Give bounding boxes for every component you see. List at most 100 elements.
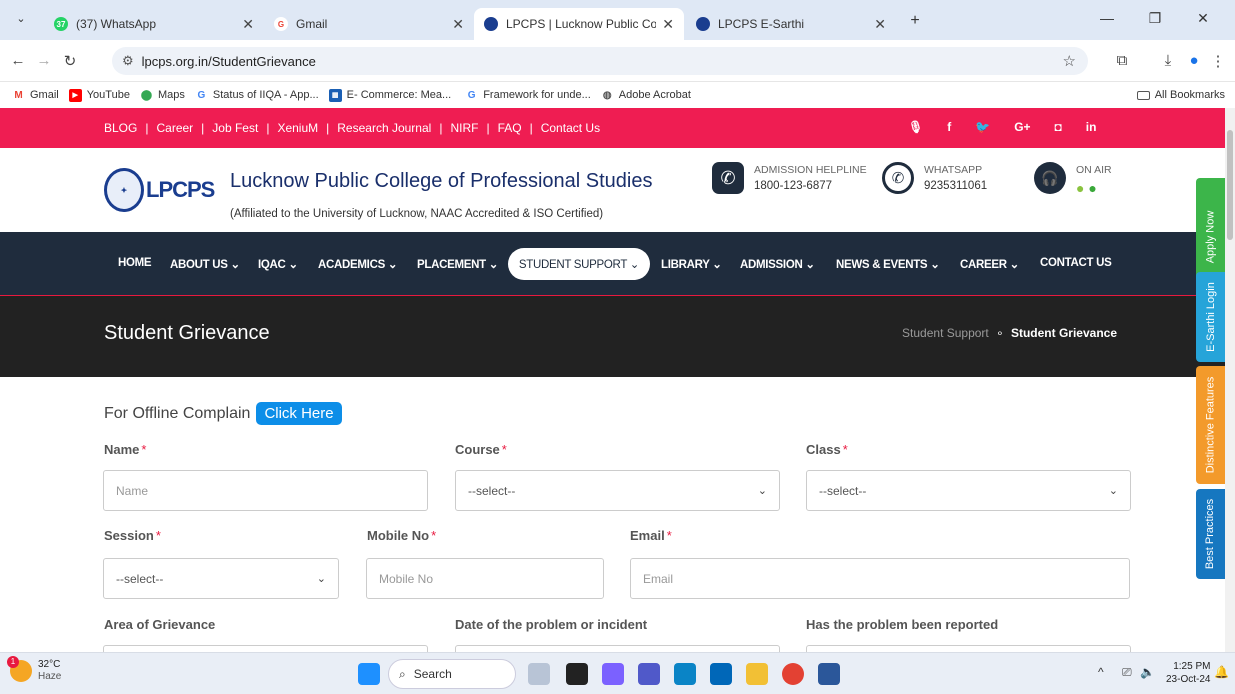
bookmark-adobe[interactable]: ◍ Adobe Acrobat <box>601 89 691 102</box>
click-here-button[interactable]: Click Here <box>256 402 342 425</box>
task-view-icon[interactable] <box>566 663 588 685</box>
windows-start-icon[interactable] <box>358 663 380 685</box>
date-incident-input[interactable] <box>455 645 780 652</box>
class-select[interactable]: --select-- ⌄ <box>806 470 1131 511</box>
address-bar[interactable]: ⚙ lpcps.org.in/StudentGrievance ☆ <box>112 47 1088 75</box>
google-icon: G <box>274 17 288 31</box>
nav-academics[interactable]: ACADEMICS ⌄ <box>318 257 397 271</box>
nav-home[interactable]: HOME <box>118 257 152 269</box>
tab-lpcps[interactable]: LPCPS | Lucknow Public College ✕ <box>474 8 684 40</box>
download-icon[interactable]: ⤓ <box>1158 52 1178 69</box>
widgets-icon[interactable] <box>528 663 550 685</box>
site-logo[interactable]: ✦ LPCPS <box>104 168 215 212</box>
taskbar-search[interactable]: ⌕ Search <box>388 659 516 689</box>
nav-iqac[interactable]: IQAC ⌄ <box>258 257 298 271</box>
nav-admission[interactable]: ADMISSION ⌄ <box>740 257 815 271</box>
nav-contact-us[interactable]: CONTACT US <box>1040 257 1112 269</box>
bookmark-label: E- Commerce: Mea... <box>346 89 452 101</box>
facebook-icon[interactable]: f <box>947 120 951 134</box>
course-select[interactable]: --select-- ⌄ <box>455 470 780 511</box>
link-blog[interactable]: BLOG <box>104 121 137 135</box>
esarthi-login-tab[interactable]: E-Sarthi Login <box>1196 272 1225 362</box>
window-close-icon[interactable]: ✕ <box>1188 10 1218 27</box>
new-tab-icon[interactable]: + <box>900 12 930 30</box>
bookmark-youtube[interactable]: ▶ YouTube <box>68 88 130 102</box>
podcast-icon[interactable]: 🎙 <box>908 120 923 134</box>
distinctive-features-tab[interactable]: Distinctive Features <box>1196 366 1225 484</box>
linkedin-icon[interactable]: in <box>1086 120 1097 134</box>
tab-esarthi[interactable]: LPCPS E-Sarthi ✕ <box>686 8 896 40</box>
word-icon[interactable] <box>818 663 840 685</box>
lpcps-favicon-icon <box>696 17 710 31</box>
bookmark-ecommerce[interactable]: ▦ E- Commerce: Mea... <box>328 88 452 102</box>
minimize-icon[interactable]: — <box>1092 10 1122 26</box>
nav-news-events[interactable]: NEWS & EVENTS ⌄ <box>836 257 940 271</box>
nav-student-support[interactable]: STUDENT SUPPORT ⌄ <box>508 248 650 280</box>
link-nirf[interactable]: NIRF <box>450 121 478 135</box>
edge-icon[interactable] <box>674 663 696 685</box>
back-arrow-icon[interactable]: ← <box>8 52 28 69</box>
link-faq[interactable]: FAQ <box>498 121 522 135</box>
tab-search-chevron-icon[interactable]: ⌄ <box>6 12 36 25</box>
email-input[interactable]: Email <box>630 558 1130 599</box>
best-practices-tab[interactable]: Best Practices <box>1196 489 1225 579</box>
nav-library[interactable]: LIBRARY ⌄ <box>661 257 722 271</box>
bookmark-gmail[interactable]: M Gmail <box>12 89 58 102</box>
tray-chevron-icon[interactable]: ^ <box>1098 665 1104 679</box>
link-career[interactable]: Career <box>156 121 193 135</box>
extensions-icon[interactable]: ⧉ <box>1112 52 1132 69</box>
reported-select[interactable] <box>806 645 1131 652</box>
scrollbar-thumb[interactable] <box>1227 130 1233 240</box>
name-input[interactable]: Name <box>103 470 428 511</box>
link-xenium[interactable]: XeniuM <box>277 121 318 135</box>
site-settings-icon[interactable]: ⚙ <box>122 53 134 69</box>
admission-helpline[interactable]: ✆ ADMISSION HELPLINE 1800-123-6877 <box>712 162 867 194</box>
close-icon[interactable]: ✕ <box>662 16 674 33</box>
menu-kebab-icon[interactable]: ⋮ <box>1208 52 1228 70</box>
nav-placement[interactable]: PLACEMENT ⌄ <box>417 257 498 271</box>
session-select[interactable]: --select-- ⌄ <box>103 558 339 599</box>
chrome-icon[interactable] <box>782 663 804 685</box>
bookmark-iiqa[interactable]: G Status of IIQA - App... <box>195 89 318 102</box>
link-job-fest[interactable]: Job Fest <box>212 121 258 135</box>
weather-widget[interactable]: 1 32°C Haze <box>7 656 61 683</box>
nav-career[interactable]: CAREER ⌄ <box>960 257 1019 271</box>
tab-whatsapp[interactable]: 37 (37) WhatsApp ✕ <box>44 8 264 40</box>
nav-about-us[interactable]: ABOUT US ⌄ <box>170 257 240 271</box>
twitter-icon[interactable]: 🐦 <box>975 120 990 134</box>
area-grievance-select[interactable] <box>103 645 428 652</box>
weather-temp: 32°C <box>38 659 61 670</box>
store-icon[interactable] <box>710 663 732 685</box>
mobile-input[interactable]: Mobile No <box>366 558 604 599</box>
reload-icon[interactable]: ↻ <box>60 52 80 70</box>
tab-gmail[interactable]: G Gmail ✕ <box>264 8 474 40</box>
clock[interactable]: 1:25 PM 23-Oct-24 <box>1166 660 1210 686</box>
lpcps-favicon-icon <box>484 17 498 31</box>
on-air-radio[interactable]: 🎧 ON AIR ● ● <box>1034 162 1112 196</box>
notification-bell-icon[interactable]: 🔔 <box>1214 665 1229 679</box>
network-icon[interactable]: ⎚ <box>1122 665 1132 680</box>
file-explorer-icon[interactable] <box>746 663 768 685</box>
instagram-icon[interactable]: ◘ <box>1055 120 1062 134</box>
forward-arrow-icon[interactable]: → <box>34 52 54 69</box>
windows-taskbar: 1 32°C Haze ⌕ Search ^ ⎚ 🔈 1:25 PM 23-Oct… <box>0 652 1235 694</box>
breadcrumb-parent[interactable]: Student Support <box>902 326 989 340</box>
profile-icon[interactable]: ● <box>1184 52 1204 69</box>
whatsapp-contact[interactable]: ✆ WHATSAPP 9235311061 <box>882 162 987 194</box>
volume-icon[interactable]: 🔈 <box>1140 665 1155 679</box>
google-plus-icon[interactable]: G+ <box>1014 120 1030 134</box>
restore-icon[interactable]: ❐ <box>1140 10 1170 27</box>
bookmark-maps[interactable]: ⬤ Maps <box>140 89 185 102</box>
link-research-journal[interactable]: Research Journal <box>337 121 431 135</box>
close-icon[interactable]: ✕ <box>874 16 886 33</box>
all-bookmarks[interactable]: All Bookmarks <box>1136 89 1225 101</box>
apple-icon[interactable]: ● <box>1088 180 1096 196</box>
close-icon[interactable]: ✕ <box>452 16 464 33</box>
android-icon[interactable]: ● <box>1076 180 1084 196</box>
teams-icon[interactable] <box>638 663 660 685</box>
bookmark-star-icon[interactable]: ☆ <box>1063 52 1076 70</box>
close-icon[interactable]: ✕ <box>242 16 254 33</box>
bookmark-framework[interactable]: G Framework for unde... <box>465 89 591 102</box>
link-contact-us[interactable]: Contact Us <box>541 121 600 135</box>
copilot-icon[interactable] <box>602 663 624 685</box>
